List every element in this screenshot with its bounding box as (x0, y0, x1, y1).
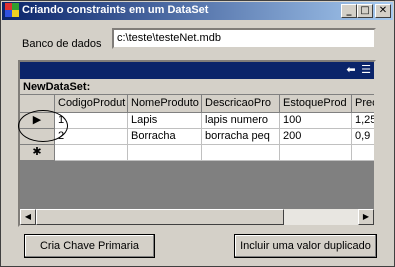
scroll-thumb[interactable] (36, 209, 284, 225)
toggle-parent-rows-icon[interactable]: ☰ (360, 64, 372, 76)
back-arrow-icon[interactable]: ⬅ (345, 64, 357, 76)
minimize-button[interactable]: _ (341, 4, 357, 18)
table-cell[interactable]: 1,25 (352, 113, 374, 129)
insert-duplicate-button[interactable]: Incluir uma valor duplicado (234, 234, 377, 258)
database-label: Banco de dados (22, 38, 102, 50)
table-cell[interactable]: 0,9 (352, 129, 374, 145)
column-header-estoque[interactable]: EstoqueProd (280, 95, 352, 113)
main-window: Criando constraints em um DataSet _ □ ✕ … (0, 0, 395, 267)
column-header-preco[interactable]: Preco (352, 95, 374, 113)
new-row-cell[interactable] (128, 145, 202, 161)
title-bar[interactable]: Criando constraints em um DataSet _ □ ✕ (2, 2, 393, 20)
scroll-left-icon[interactable]: ◀ (20, 209, 36, 225)
maximize-button[interactable]: □ (357, 4, 373, 18)
table-cell[interactable]: 200 (280, 129, 352, 145)
new-row-cell[interactable] (280, 145, 352, 161)
highlight-ellipse (18, 110, 68, 142)
table-cell[interactable]: Borracha (128, 129, 202, 145)
column-header-codigo[interactable]: CodigoProdut (55, 95, 128, 113)
app-icon (5, 3, 19, 17)
database-path-input[interactable]: c:\teste\testeNet.mdb (112, 28, 376, 49)
new-row-cell[interactable] (55, 145, 128, 161)
grid-caption: ⬅ ☰ (20, 62, 374, 79)
grid-header-row: CodigoProdut NomeProduto DescricaoPro Es… (20, 95, 374, 113)
window-title: Criando constraints em um DataSet (22, 4, 209, 16)
new-row-cell[interactable] (352, 145, 374, 161)
table-cell[interactable]: lapis numero (202, 113, 280, 129)
table-cell[interactable]: borracha peq (202, 129, 280, 145)
data-grid[interactable]: ⬅ ☰ NewDataSet: CodigoProdut NomeProduto… (18, 60, 376, 227)
close-button[interactable]: ✕ (375, 4, 391, 18)
column-header-descricao[interactable]: DescricaoPro (202, 95, 280, 113)
table-cell[interactable]: 100 (280, 113, 352, 129)
horizontal-scrollbar[interactable]: ◀ ▶ (20, 209, 374, 225)
scroll-right-icon[interactable]: ▶ (358, 209, 374, 225)
new-row-selector[interactable]: ✱ (20, 145, 55, 161)
create-primary-key-button[interactable]: Cria Chave Primaria (24, 234, 155, 258)
new-row-cell[interactable] (202, 145, 280, 161)
table-cell[interactable]: Lapis (128, 113, 202, 129)
column-header-nome[interactable]: NomeProduto (128, 95, 202, 113)
parent-table-name: NewDataSet: (20, 79, 374, 95)
